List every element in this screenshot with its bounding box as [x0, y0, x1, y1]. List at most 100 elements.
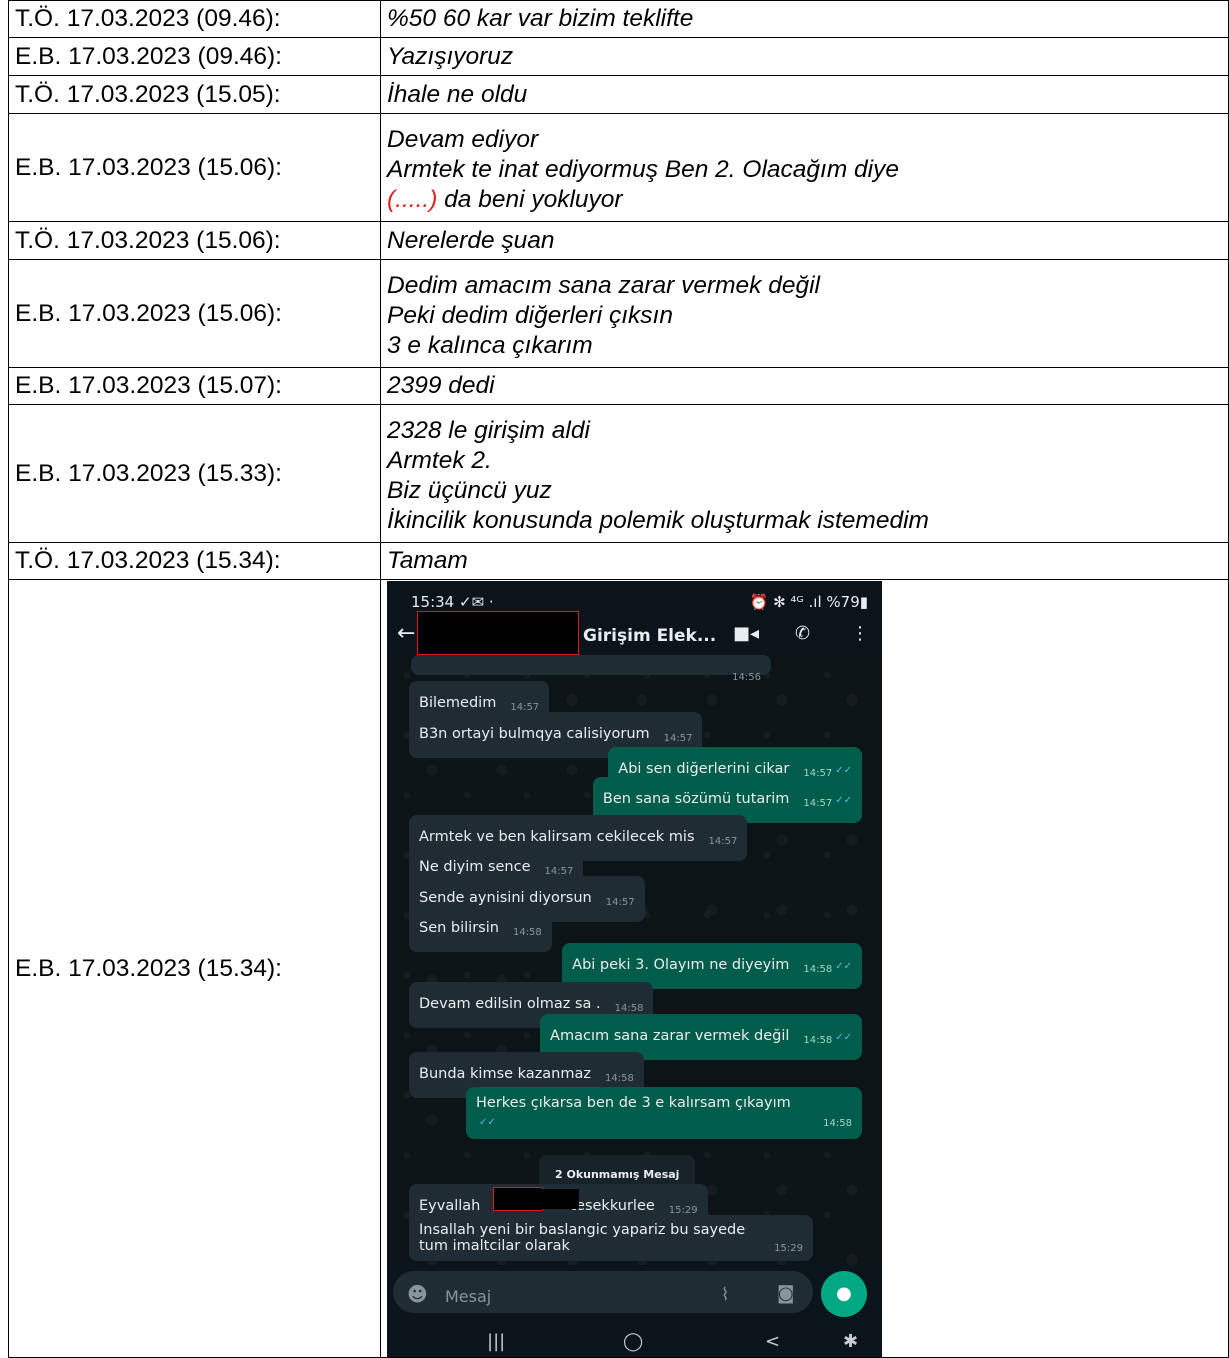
message-text: tum imaltcilar olarak 15:29 — [419, 1238, 803, 1254]
message-cell: Tamam — [380, 542, 1229, 580]
message-time: 14:56 — [732, 671, 761, 683]
message-time: 14:57 — [544, 865, 574, 877]
message-line: Armtek te inat ediyormuş Ben 2. Olacağım… — [387, 156, 899, 183]
mic-button[interactable]: ● — [821, 1270, 867, 1317]
log-row: E.B. 17.03.2023 (15.06): Dedim amacım sa… — [8, 259, 1229, 368]
read-receipt-icon: ✓✓ — [835, 794, 852, 806]
accessibility-icon[interactable]: ✱ — [843, 1327, 858, 1357]
message-text: Sen bilirsin — [419, 919, 499, 936]
message-text: tesekkurlee — [570, 1197, 655, 1214]
message-line: 2399 dedi — [387, 372, 495, 399]
message-text: Herkes çıkarsa ben de 3 e kalırsam çıkay… — [476, 1094, 791, 1111]
back-arrow-icon: ← — [397, 620, 416, 646]
message-text: Abi sen diğerlerini cikar — [618, 760, 790, 777]
message-cell: İhale ne oldu — [380, 75, 1229, 114]
sender-cell: T.Ö. 17.03.2023 (09.46): — [8, 0, 381, 38]
log-row: T.Ö. 17.03.2023 (15.06): Nerelerde şuan — [8, 221, 1229, 260]
message-line: Nerelerde şuan — [387, 226, 555, 254]
chat-title: Girişim Elek... — [583, 625, 717, 646]
sender-cell: E.B. 17.03.2023 (15.06): — [8, 259, 381, 368]
message-cell: 2399 dedi — [380, 367, 1229, 405]
message-line: 3 e kalınca çıkarım — [387, 332, 593, 359]
message-text: Devam edilsin olmaz sa . — [419, 995, 601, 1012]
emoji-icon[interactable]: ☻ — [407, 1279, 428, 1309]
message-line: Peki dedim diğerleri çıksın — [387, 302, 673, 329]
message-cell: Yazışıyoruz — [380, 37, 1229, 76]
message-input-bar[interactable]: ☻ Mesaj ⌇ ◙ — [393, 1270, 813, 1313]
message-text: Eyvallah — [419, 1197, 481, 1214]
sender-cell: T.Ö. 17.03.2023 (15.34): — [8, 542, 381, 580]
message-text: Sende aynisini diyorsun — [419, 889, 592, 906]
message-time: 14:57 — [663, 732, 693, 744]
message-text: Ben sana sözümü tutarim — [602, 790, 790, 807]
message-cell: 2328 le girişim aldi Armtek 2. Biz üçünc… — [380, 404, 1229, 543]
log-row: E.B. 17.03.2023 (15.06): Devam ediyor Ar… — [8, 113, 1229, 222]
redacted-name: (.....) — [387, 186, 438, 213]
message-cell: Nerelerde şuan — [380, 221, 1229, 260]
message-bubble: 14:56 — [411, 654, 771, 683]
log-row: E.B. 17.03.2023 (09.46): Yazışıyoruz — [8, 37, 1229, 76]
message-line: İhale ne oldu — [387, 80, 528, 108]
screenshot-cell: 15:34 ✓✉ · ⏰ ✻ ⁴ᴳ .ıl %79▮ ← Girişim Ele… — [380, 579, 1229, 1358]
camera-icon[interactable]: ◙ — [777, 1279, 794, 1309]
status-bar: 15:34 ✓✉ · ⏰ ✻ ⁴ᴳ .ıl %79▮ — [387, 581, 882, 611]
log-row: T.Ö. 17.03.2023 (15.34): Tamam — [8, 542, 1229, 580]
message-line-rest: da beni yokluyor — [437, 186, 623, 213]
read-receipt-icon: ✓✓ — [479, 1116, 496, 1128]
read-receipt-icon: ✓✓ — [835, 1031, 852, 1043]
message-text: Abi peki 3. Olayım ne diyeyim — [572, 956, 790, 973]
message-time: 14:58 — [823, 1117, 852, 1129]
sender-cell: T.Ö. 17.03.2023 (15.06): — [8, 221, 381, 260]
log-row: E.B. 17.03.2023 (15.07): 2399 dedi — [8, 367, 1229, 405]
message-line: Devam ediyor — [387, 126, 539, 153]
message-cell: %50 60 kar var bizim teklifte — [380, 0, 1229, 38]
whatsapp-screenshot: 15:34 ✓✉ · ⏰ ✻ ⁴ᴳ .ıl %79▮ ← Girişim Ele… — [387, 580, 882, 1357]
sender-cell: E.B. 17.03.2023 (15.34): — [8, 579, 381, 1358]
attach-icon[interactable]: ⌇ — [721, 1280, 729, 1310]
log-row: T.Ö. 17.03.2023 (09.46): %50 60 kar var … — [8, 0, 1229, 38]
sender-cell: E.B. 17.03.2023 (09.46): — [8, 37, 381, 76]
more-options-icon: ⋮ — [851, 622, 869, 644]
message-time: 14:57 — [803, 797, 833, 809]
sender-cell: E.B. 17.03.2023 (15.07): — [8, 367, 381, 405]
message-line: Biz üçüncü yuz — [387, 477, 552, 504]
message-text: B3n ortayi bulmqya calisiyorum — [419, 725, 650, 742]
message-line: Armtek 2. — [387, 447, 492, 474]
message-line: 2328 le girişim aldi — [387, 417, 590, 444]
message-input[interactable]: Mesaj — [445, 1282, 491, 1312]
message-time: 14:57 — [510, 701, 540, 713]
message-text: Armtek ve ben kalirsam cekilecek mis — [419, 828, 695, 845]
message-time: 14:58 — [614, 1002, 644, 1014]
android-nav-bar: ||| ◯ < ✱ — [387, 1321, 882, 1357]
message-bubble: Insallah yeni bir baslangic yapariz bu s… — [409, 1214, 813, 1261]
log-row: E.B. 17.03.2023 (15.33): 2328 le girişim… — [8, 404, 1229, 543]
message-line: Tamam — [387, 547, 468, 574]
sender-cell: E.B. 17.03.2023 (15.33): — [8, 404, 381, 543]
message-text: Bunda kimse kazanmaz — [419, 1065, 591, 1082]
message-line: İkincilik konusunda polemik oluşturmak i… — [387, 507, 929, 534]
message-text: Amacım sana zarar vermek değil — [550, 1027, 790, 1044]
redaction-box — [541, 1188, 579, 1209]
message-bubble: Sen bilirsin 14:58 — [409, 905, 552, 952]
phone-call-icon: ✆ — [795, 622, 811, 644]
redaction-box — [417, 610, 579, 655]
message-log-table: T.Ö. 17.03.2023 (09.46): %50 60 kar var … — [8, 0, 1229, 1358]
log-row: T.Ö. 17.03.2023 (15.05): İhale ne oldu — [8, 75, 1229, 114]
message-time: 14:57 — [605, 896, 635, 908]
sender-cell: E.B. 17.03.2023 (15.06): — [8, 113, 381, 222]
home-icon[interactable]: ◯ — [623, 1327, 643, 1357]
video-call-icon: ■◂ — [733, 622, 760, 644]
message-line: Yazışıyoruz — [387, 42, 514, 70]
chat-header: ← Girişim Elek... ■◂ ✆ ⋮ — [387, 610, 882, 655]
recents-icon[interactable]: ||| — [487, 1327, 505, 1357]
message-time: 14:58 — [803, 1034, 833, 1046]
message-time: 15:29 — [668, 1204, 698, 1216]
back-icon[interactable]: < — [765, 1327, 780, 1357]
read-receipt-icon: ✓✓ — [835, 764, 852, 776]
message-bubble: Herkes çıkarsa ben de 3 e kalırsam çıkay… — [466, 1086, 862, 1139]
read-receipt-icon: ✓✓ — [835, 960, 852, 972]
message-time: 15:29 — [774, 1242, 803, 1254]
message-time: 14:57 — [708, 835, 738, 847]
message-text: Ne diyim sence — [419, 858, 531, 875]
sender-cell: T.Ö. 17.03.2023 (15.05): — [8, 75, 381, 114]
